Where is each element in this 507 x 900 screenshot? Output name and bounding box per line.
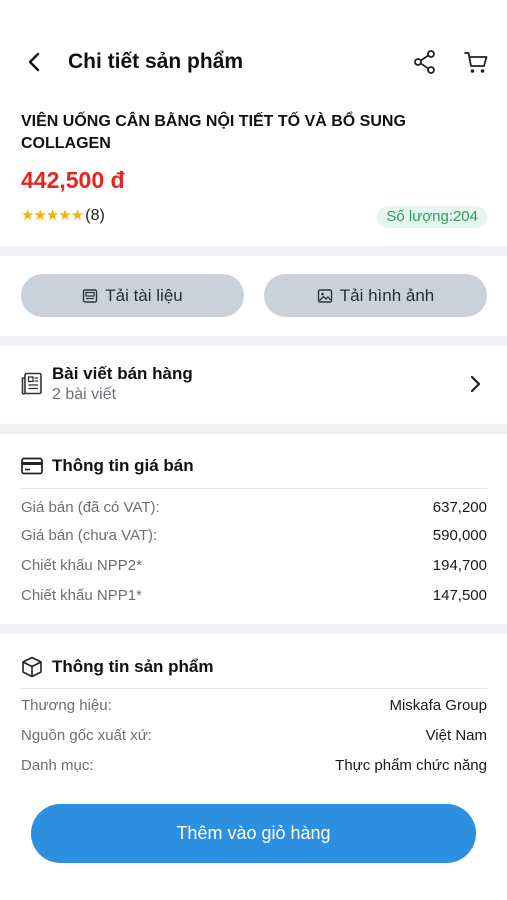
info-row-label: Thương hiệu: bbox=[21, 697, 112, 714]
back-arrow-icon[interactable] bbox=[20, 48, 48, 76]
sales-posts-title: Bài viết bán hàng bbox=[52, 364, 193, 383]
price-row: Chiết khấu NPP2* 194,700 bbox=[21, 556, 487, 576]
rating-count: (8) bbox=[85, 207, 105, 224]
download-images-label: Tải hình ảnh bbox=[339, 285, 435, 305]
sales-posts-count: 2 bài viết bbox=[52, 386, 117, 403]
sales-posts-row[interactable]: Bài viết bán hàng 2 bài viết bbox=[0, 346, 507, 424]
share-icon[interactable] bbox=[411, 48, 439, 76]
price-row-label: Giá bán (đã có VAT): bbox=[21, 499, 160, 516]
section-line bbox=[21, 688, 487, 689]
info-row-value: Thực phẩm chức năng bbox=[335, 757, 487, 774]
download-docs-button[interactable]: Tải tài liệu bbox=[21, 274, 244, 317]
quantity-badge: Số lượng:204 bbox=[377, 206, 487, 228]
download-actions: Tải tài liệu Tải hình ảnh bbox=[0, 256, 507, 336]
download-images-button[interactable]: Tải hình ảnh bbox=[264, 274, 487, 317]
star-rating-icon: ★★★★★ bbox=[21, 207, 84, 224]
price-row-value: 590,000 bbox=[432, 527, 487, 544]
section-divider bbox=[0, 336, 507, 346]
cart-icon[interactable] bbox=[462, 48, 490, 76]
page-title: Chi tiết sản phẩm bbox=[68, 50, 244, 73]
price-row-label: Giá bán (chưa VAT): bbox=[21, 527, 158, 544]
app-header: Chi tiết sản phẩm bbox=[0, 0, 507, 100]
section-divider bbox=[0, 424, 507, 434]
price-row-value: 147,500 bbox=[432, 587, 487, 604]
credit-card-icon bbox=[21, 457, 43, 475]
info-row-value: Miskafa Group bbox=[389, 697, 487, 714]
price-row: Giá bán (chưa VAT): 590,000 bbox=[21, 526, 487, 546]
price-info-header: Thông tin giá bán bbox=[21, 456, 194, 476]
section-divider bbox=[0, 624, 507, 634]
image-icon bbox=[317, 288, 332, 303]
section-divider bbox=[0, 246, 507, 256]
info-row-label: Nguồn gốc xuất xứ: bbox=[21, 727, 152, 744]
add-to-cart-button[interactable]: Thêm vào giỏ hàng bbox=[31, 804, 476, 863]
product-summary: VIÊN UỐNG CÂN BẰNG NỘI TIẾT TỐ VÀ BỔ SUN… bbox=[0, 100, 507, 246]
product-price: 442,500 đ bbox=[21, 167, 125, 193]
info-row: Danh mục: Thực phẩm chức năng bbox=[21, 756, 487, 776]
product-rating: ★★★★★ (8) bbox=[21, 206, 105, 226]
document-icon bbox=[83, 288, 98, 303]
price-row: Giá bán (đã có VAT): 637,200 bbox=[21, 498, 487, 518]
info-row: Thương hiệu: Miskafa Group bbox=[21, 696, 487, 716]
section-line bbox=[21, 488, 487, 489]
info-row-label: Danh mục: bbox=[21, 757, 94, 774]
price-row-label: Chiết khấu NPP1* bbox=[21, 587, 142, 604]
price-row-value: 637,200 bbox=[432, 499, 487, 516]
product-info-title: Thông tin sản phẩm bbox=[52, 657, 214, 676]
info-row: Nguồn gốc xuất xứ: Việt Nam bbox=[21, 726, 487, 746]
newspaper-icon bbox=[21, 372, 42, 395]
price-row: Chiết khấu NPP1* 147,500 bbox=[21, 586, 487, 606]
product-info-header: Thông tin sản phẩm bbox=[21, 656, 214, 678]
product-name: VIÊN UỐNG CÂN BẰNG NỘI TIẾT TỐ VÀ BỔ SUN… bbox=[21, 113, 406, 152]
price-info-title: Thông tin giá bán bbox=[52, 456, 194, 475]
price-row-label: Chiết khấu NPP2* bbox=[21, 557, 142, 574]
price-row-value: 194,700 bbox=[432, 557, 487, 574]
chevron-right-icon bbox=[470, 375, 481, 393]
product-info-section: Thông tin sản phẩm Thương hiệu: Miskafa … bbox=[0, 634, 507, 786]
info-row-value: Việt Nam bbox=[425, 727, 487, 744]
box-icon bbox=[22, 656, 42, 678]
bottom-bar: Thêm vào giỏ hàng bbox=[0, 786, 507, 900]
download-docs-label: Tải tài liệu bbox=[105, 285, 183, 305]
price-info-section: Thông tin giá bán Giá bán (đã có VAT): 6… bbox=[0, 434, 507, 624]
